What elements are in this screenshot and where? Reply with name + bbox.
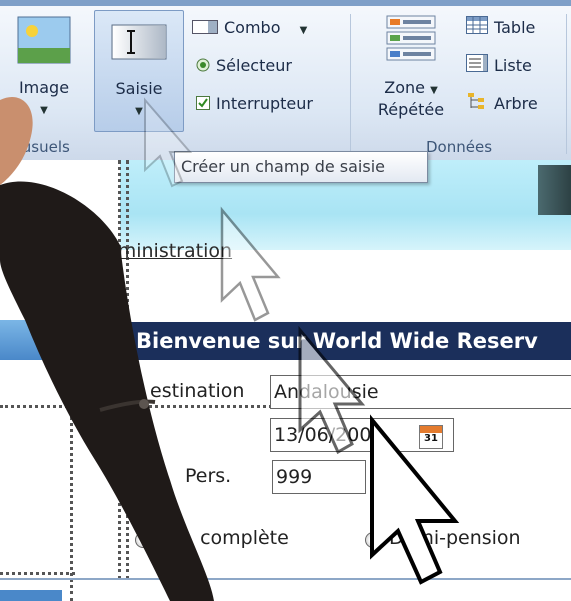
boot-decoration (0, 96, 214, 601)
boot-leg-skin (0, 96, 33, 185)
boot-buckle (139, 399, 149, 409)
black-boot (0, 181, 214, 601)
